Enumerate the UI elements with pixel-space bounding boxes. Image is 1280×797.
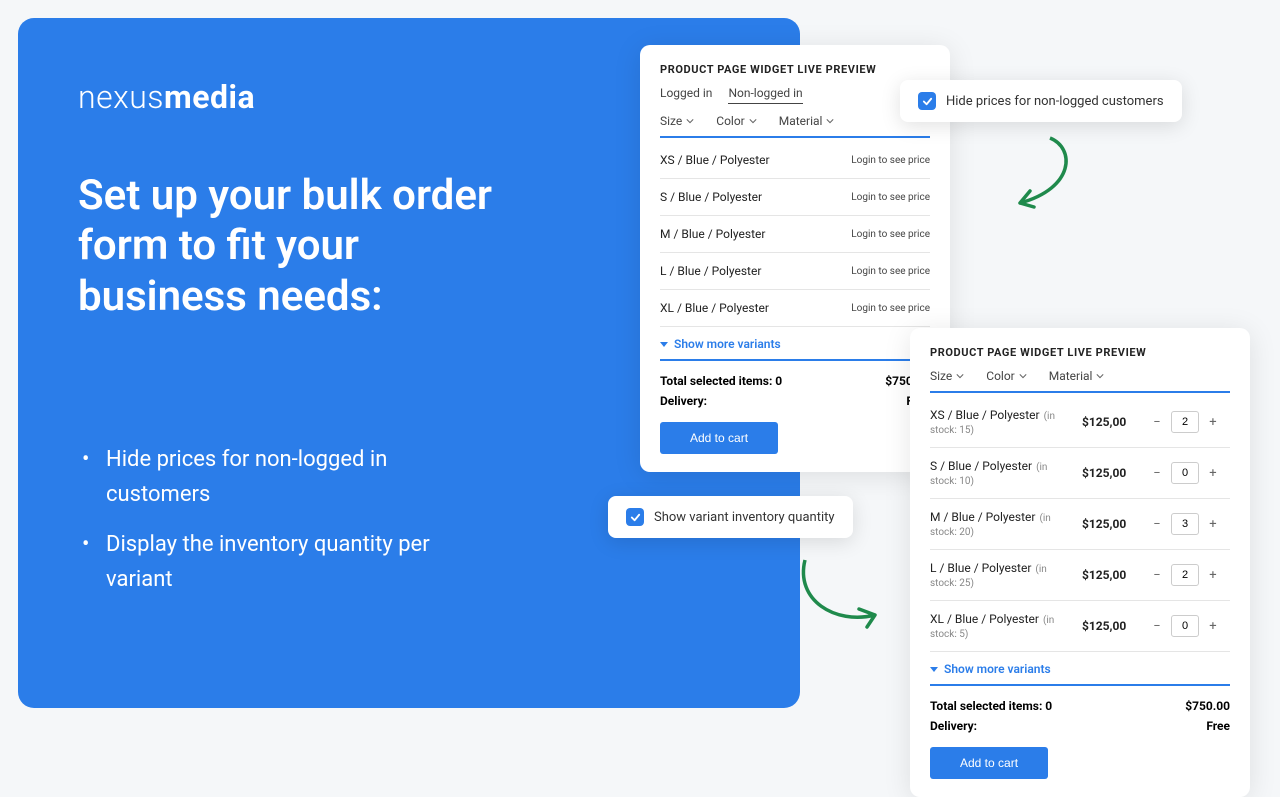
qty-input[interactable] [1171,615,1199,637]
feature-item: Display the inventory quantity per varia… [78,527,478,597]
logo-part1: nexus [78,78,164,116]
qty-decrement[interactable]: − [1150,568,1164,582]
arrow-icon [990,128,1090,232]
variant-row: L / Blue / Polyester(in stock: 25) $125,… [930,550,1230,601]
chevron-down-icon [956,372,964,380]
variant-row: XL / Blue / Polyester(in stock: 5) $125,… [930,601,1230,652]
variant-row: M / Blue / Polyester(in stock: 20) $125,… [930,499,1230,550]
toggle-label: Hide prices for non-logged customers [946,94,1164,109]
checkbox-checked-icon [626,508,644,526]
add-to-cart-button[interactable]: Add to cart [660,422,778,454]
show-more-variants[interactable]: Show more variants [660,327,930,361]
tab-logged-in[interactable]: Logged in [660,86,712,104]
login-to-see-price[interactable]: Login to see price [851,192,930,203]
quantity-stepper: −+ [1150,513,1230,535]
qty-increment[interactable]: + [1206,517,1220,531]
tab-non-logged[interactable]: Non-logged in [728,86,802,104]
qty-increment[interactable]: + [1206,619,1220,633]
quantity-stepper: −+ [1150,615,1230,637]
login-to-see-price[interactable]: Login to see price [851,229,930,240]
variant-filters: Size Color Material [930,369,1230,393]
filter-color[interactable]: Color [716,114,756,128]
qty-increment[interactable]: + [1206,415,1220,429]
quantity-stepper: −+ [1150,411,1230,433]
show-inventory-toggle[interactable]: Show variant inventory quantity [608,496,853,538]
checkbox-checked-icon [918,92,936,110]
totals-row: Total selected items: 0 Delivery: $750.0… [930,686,1230,741]
qty-increment[interactable]: + [1206,466,1220,480]
logo-part2: media [164,78,255,116]
qty-decrement[interactable]: − [1150,415,1164,429]
variant-row: S / Blue / PolyesterLogin to see price [660,179,930,216]
filter-size[interactable]: Size [930,369,964,383]
filter-material[interactable]: Material [779,114,835,128]
qty-input[interactable] [1171,462,1199,484]
feature-item: Hide prices for non-logged in customers [78,442,478,512]
quantity-stepper: −+ [1150,564,1230,586]
variant-row: XL / Blue / PolyesterLogin to see price [660,290,930,327]
login-to-see-price[interactable]: Login to see price [851,266,930,277]
qty-decrement[interactable]: − [1150,517,1164,531]
variant-row: M / Blue / PolyesterLogin to see price [660,216,930,253]
variant-list: XS / Blue / Polyester(in stock: 15) $125… [930,397,1230,652]
variant-list: XS / Blue / PolyesterLogin to see price … [660,142,930,327]
widget-title: PRODUCT PAGE WIDGET LIVE PREVIEW [660,63,930,76]
arrow-icon [785,555,885,659]
qty-increment[interactable]: + [1206,568,1220,582]
totals-row: Total selected items: 0 Delivery: $750.0… [660,361,930,416]
qty-input[interactable] [1171,411,1199,433]
chevron-down-icon [1096,372,1104,380]
caret-down-icon [660,342,668,347]
preview-widget-inventory: PRODUCT PAGE WIDGET LIVE PREVIEW Size Co… [910,328,1250,797]
chevron-down-icon [749,117,757,125]
caret-down-icon [930,667,938,672]
variant-price: $125,00 [1082,415,1142,429]
qty-decrement[interactable]: − [1150,466,1164,480]
feature-list: Hide prices for non-logged in customers … [78,442,478,597]
variant-price: $125,00 [1082,466,1142,480]
variant-row: XS / Blue / PolyesterLogin to see price [660,142,930,179]
variant-row: S / Blue / Polyester(in stock: 10) $125,… [930,448,1230,499]
variant-price: $125,00 [1082,517,1142,531]
variant-row: L / Blue / PolyesterLogin to see price [660,253,930,290]
headline: Set up your bulk order form to fit your … [78,171,538,322]
variant-row: XS / Blue / Polyester(in stock: 15) $125… [930,397,1230,448]
filter-material[interactable]: Material [1049,369,1105,383]
delivery-label: Delivery: [660,391,782,411]
chevron-down-icon [686,117,694,125]
login-to-see-price[interactable]: Login to see price [851,155,930,166]
show-more-variants[interactable]: Show more variants [930,652,1230,686]
qty-input[interactable] [1171,513,1199,535]
login-tabs: Logged in Non-logged in [660,86,930,104]
toggle-label: Show variant inventory quantity [654,510,835,525]
qty-decrement[interactable]: − [1150,619,1164,633]
login-to-see-price[interactable]: Login to see price [851,303,930,314]
filter-color[interactable]: Color [986,369,1026,383]
total-amount: $750.00 [1185,696,1230,716]
widget-title: PRODUCT PAGE WIDGET LIVE PREVIEW [930,346,1230,359]
variant-price: $125,00 [1082,568,1142,582]
total-items-label: Total selected items: 0 [660,371,782,391]
variant-filters: Size Color Material [660,114,930,138]
variant-price: $125,00 [1082,619,1142,633]
add-to-cart-button[interactable]: Add to cart [930,747,1048,779]
hide-prices-toggle[interactable]: Hide prices for non-logged customers [900,80,1182,122]
qty-input[interactable] [1171,564,1199,586]
filter-size[interactable]: Size [660,114,694,128]
chevron-down-icon [1019,372,1027,380]
delivery-value: Free [1185,716,1230,736]
quantity-stepper: −+ [1150,462,1230,484]
total-items-label: Total selected items: 0 [930,696,1052,716]
chevron-down-icon [826,117,834,125]
delivery-label: Delivery: [930,716,1052,736]
